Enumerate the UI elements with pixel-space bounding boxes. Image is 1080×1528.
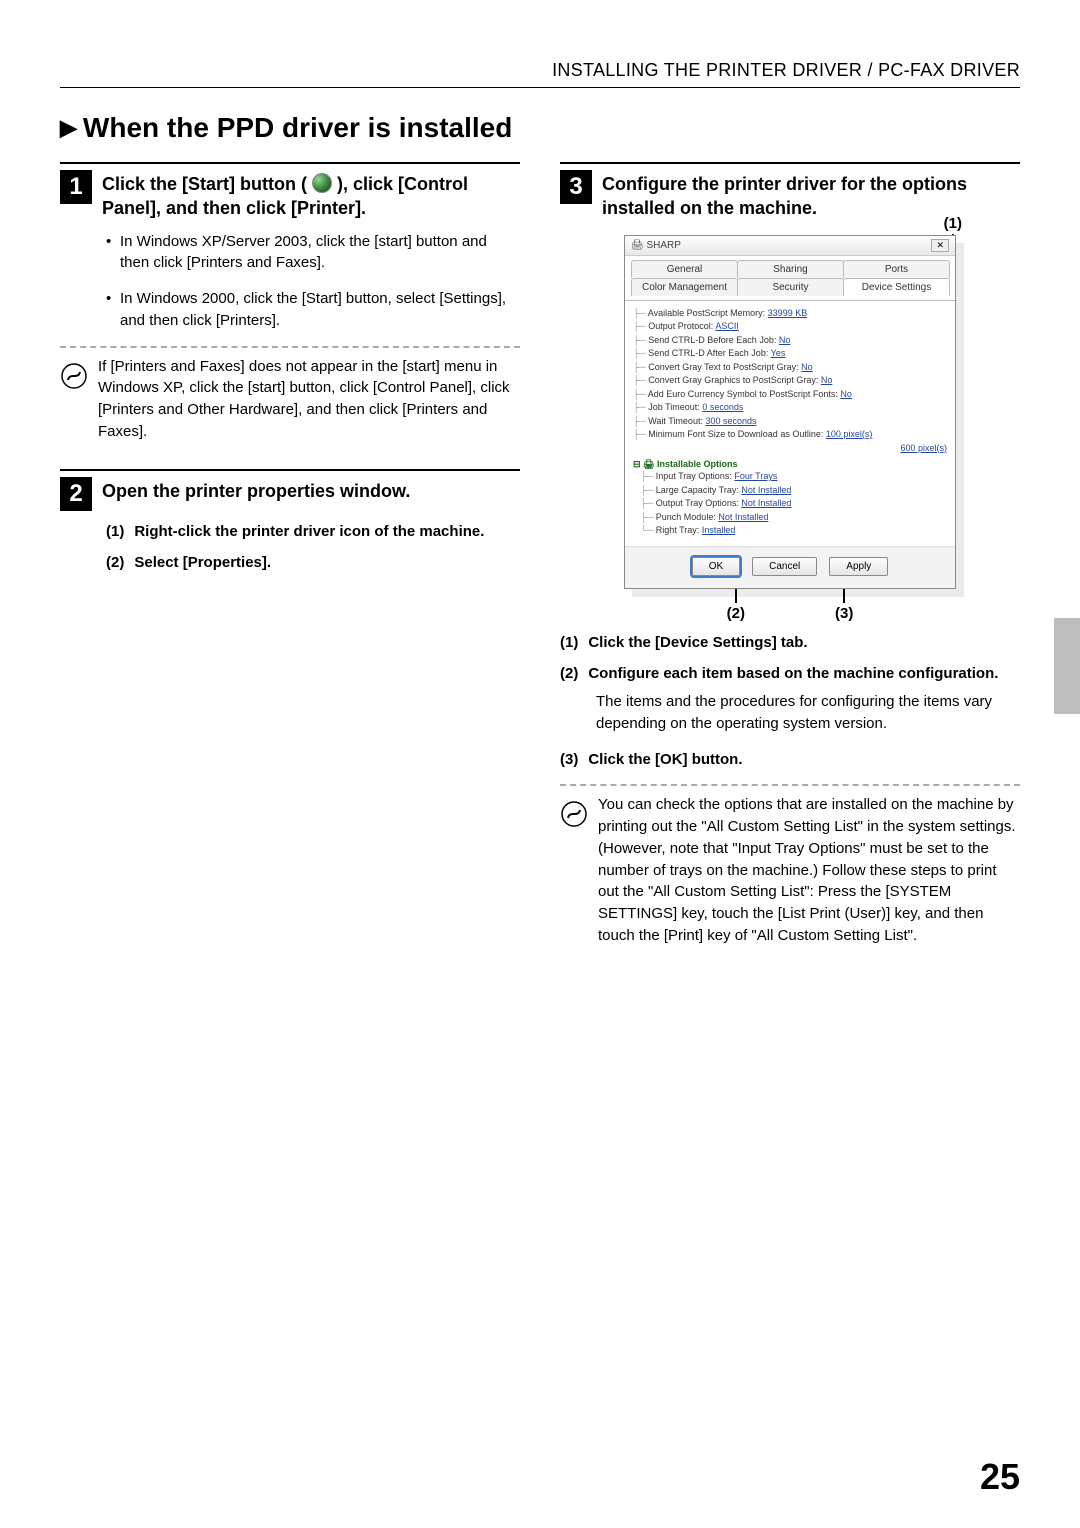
dashed-separator [60, 346, 520, 348]
start-orb-icon [312, 173, 332, 193]
installable-options-node: ⊟ 🖨 Installable Options [633, 459, 947, 470]
dialog-tabs-row1: General Sharing Ports [625, 256, 955, 278]
step-2: 2 Open the printer properties window. (1… [60, 469, 520, 575]
callout-2-label: (2) [727, 605, 745, 622]
dialog-tabs-row2: Color Management Security Device Setting… [625, 278, 955, 301]
tab-device-settings[interactable]: Device Settings [843, 278, 950, 296]
dialog-window-title: 🖨 SHARP [631, 240, 681, 251]
running-header: INSTALLING THE PRINTER DRIVER / PC-FAX D… [60, 60, 1020, 81]
ok-button[interactable]: OK [692, 557, 740, 576]
step-2-sub-2: (2) Select [Properties]. [106, 552, 520, 574]
step-3-title: Configure the printer driver for the opt… [602, 170, 1020, 221]
step-3-note: You can check the options that are insta… [560, 794, 1020, 946]
figure-wrap: (1) 🖨 SHARP ✕ General Sharing Ports [560, 235, 1020, 622]
left-column: 1 Click the [Start] button ( ), click [C… [60, 162, 520, 973]
step-2-sub-1: (1) Right-click the printer driver icon … [106, 521, 520, 543]
step-1-title-a: Click the [Start] button ( [102, 174, 312, 194]
step-3-sub-1-text: Click the [Device Settings] tab. [588, 632, 807, 654]
tab-security[interactable]: Security [737, 278, 844, 296]
step-3-note-text: You can check the options that are insta… [598, 794, 1020, 946]
page-number: 25 [980, 1456, 1020, 1498]
side-tab-marker [1054, 618, 1080, 714]
step-2-sub-2-num: (2) [106, 552, 124, 574]
dialog-button-row: OK Cancel Apply [625, 546, 955, 588]
step-number-3: 3 [560, 170, 592, 204]
step-3-sub-1-num: (1) [560, 632, 578, 654]
section-title: ▶When the PPD driver is installed [60, 112, 1020, 144]
step-2-sub-1-text: Right-click the printer driver icon of t… [134, 521, 484, 543]
tab-ports[interactable]: Ports [843, 260, 950, 278]
printer-properties-dialog: 🖨 SHARP ✕ General Sharing Ports Color Ma… [624, 235, 956, 589]
step-number-2: 2 [60, 477, 92, 511]
step-3-sub-2-text: Configure each item based on the machine… [588, 663, 998, 685]
header-rule [60, 87, 1020, 88]
step-1-note: If [Printers and Faxes] does not appear … [60, 356, 520, 443]
step-3-sub-1: (1) Click the [Device Settings] tab. [560, 632, 1020, 654]
step-1: 1 Click the [Start] button ( ), click [C… [60, 162, 520, 443]
tab-sharing[interactable]: Sharing [737, 260, 844, 278]
tab-color-management[interactable]: Color Management [631, 278, 738, 296]
right-column: 3 Configure the printer driver for the o… [560, 162, 1020, 973]
tab-general[interactable]: General [631, 260, 738, 278]
step-3: 3 Configure the printer driver for the o… [560, 162, 1020, 947]
step-2-sub-1-num: (1) [106, 521, 124, 543]
note-icon [60, 362, 88, 390]
step-3-sub-3-text: Click the [OK] button. [588, 749, 742, 771]
step-1-bullets: In Windows XP/Server 2003, click the [st… [106, 231, 520, 332]
step-1-bullet-1: In Windows XP/Server 2003, click the [st… [106, 231, 520, 275]
step-3-sub-2: (2) Configure each item based on the mac… [560, 663, 1020, 685]
step-1-title: Click the [Start] button ( ), click [Con… [102, 170, 520, 221]
dialog-content: ├─ Available PostScript Memory: 33999 KB… [625, 301, 955, 546]
step-1-note-text: If [Printers and Faxes] does not appear … [98, 356, 520, 443]
note-icon [560, 800, 588, 828]
step-3-sub-2-explain: The items and the procedures for configu… [596, 691, 1020, 735]
step-2-sub-2-text: Select [Properties]. [134, 552, 271, 574]
step-3-sub-3-num: (3) [560, 749, 578, 771]
apply-button[interactable]: Apply [829, 557, 888, 576]
callout-3-label: (3) [835, 605, 853, 622]
dashed-separator-2 [560, 784, 1020, 786]
callout-1-label: (1) [944, 215, 962, 232]
triangle-icon: ▶ [60, 115, 77, 141]
dialog-close-icon[interactable]: ✕ [931, 239, 949, 252]
step-3-sub-2-num: (2) [560, 663, 578, 685]
cancel-button[interactable]: Cancel [752, 557, 817, 576]
step-number-1: 1 [60, 170, 92, 204]
step-1-bullet-2: In Windows 2000, click the [Start] butto… [106, 288, 520, 332]
dialog-titlebar: 🖨 SHARP ✕ [625, 236, 955, 256]
step-3-sub-3: (3) Click the [OK] button. [560, 749, 1020, 771]
section-title-text: When the PPD driver is installed [83, 112, 512, 143]
step-2-title: Open the printer properties window. [102, 477, 410, 503]
